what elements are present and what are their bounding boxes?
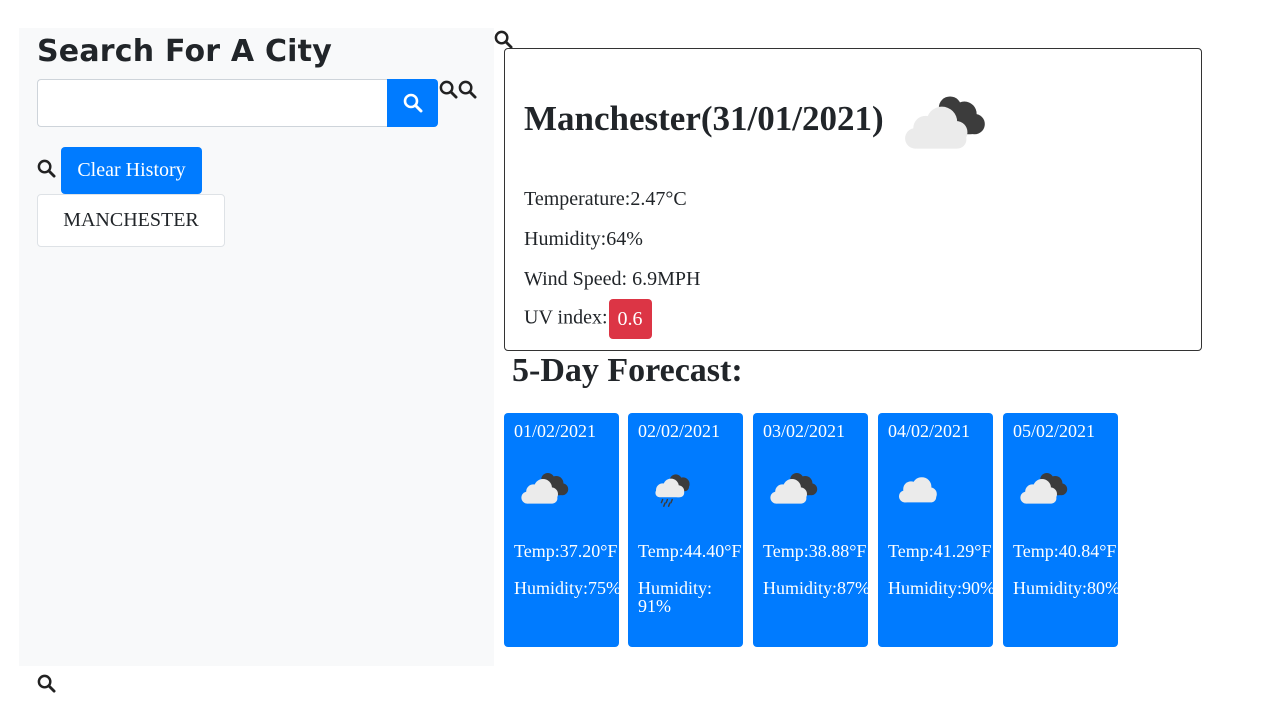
forecast-humidity: Humidity: 91% <box>638 578 713 616</box>
forecast-humidity: Humidity:90% <box>888 578 993 598</box>
forecast-humidity: Humidity:75% <box>514 578 619 598</box>
forecast-temp: Temp:44.40°F <box>638 541 742 561</box>
city-search-input[interactable] <box>37 79 388 127</box>
forecast-card: 05/02/2021 Temp:40.84°F Humidity:80% <box>1003 413 1118 647</box>
search-icon <box>37 159 56 178</box>
cloud-icon <box>519 471 573 505</box>
forecast-title: 5-Day Forecast: <box>512 352 743 389</box>
forecast-date: 03/02/2021 <box>763 421 846 441</box>
uv-index-badge: 0.6 <box>608 299 652 339</box>
forecast-card: 03/02/2021 Temp:38.88°F Humidity:87% <box>753 413 868 647</box>
forecast-temp: Temp:40.84°F <box>1013 541 1117 561</box>
forecast-card: 02/02/2021 Temp:44.40°F Humidity: 91% <box>628 413 743 647</box>
search-button[interactable] <box>387 79 438 127</box>
clear-history-button[interactable]: Clear History <box>61 147 202 194</box>
sidebar-title: Search For A City <box>37 34 332 69</box>
humidity-text: Humidity:64% <box>524 228 643 250</box>
light-cloud-icon <box>893 471 947 505</box>
forecast-date: 02/02/2021 <box>638 421 721 441</box>
forecast-date: 05/02/2021 <box>1013 421 1096 441</box>
forecast-temp: Temp:41.29°F <box>888 541 992 561</box>
city-title: Manchester(31/01/2021) <box>524 99 884 138</box>
cloud-icon <box>901 93 993 151</box>
forecast-card: 04/02/2021 Temp:41.29°F Humidity:90% <box>878 413 993 647</box>
forecast-humidity: Humidity:80% <box>1013 578 1118 598</box>
wind-speed-text: Wind Speed: 6.9MPH <box>524 268 701 290</box>
temperature-text: Temperature:2.47°C <box>524 188 687 210</box>
forecast-temp: Temp:38.88°F <box>763 541 867 561</box>
cloud-icon <box>1018 471 1072 505</box>
sidebar: Search For A City Clear History MANCHEST… <box>19 28 494 666</box>
search-icon <box>439 80 458 99</box>
current-weather-card: Manchester(31/01/2021) Temperature:2.47°… <box>504 48 1202 351</box>
forecast-temp: Temp:37.20°F <box>514 541 618 561</box>
search-icon <box>494 30 513 49</box>
uv-index-row: UV index: 0.6 <box>524 299 652 339</box>
uv-index-label: UV index: <box>524 306 608 329</box>
stray-icons <box>439 80 477 99</box>
search-icon <box>403 93 423 113</box>
history-item-manchester[interactable]: MANCHESTER <box>37 194 225 247</box>
forecast-card: 01/02/2021 Temp:37.20°F Humidity:75% <box>504 413 619 647</box>
forecast-humidity: Humidity:87% <box>763 578 868 598</box>
forecast-date: 01/02/2021 <box>514 421 597 441</box>
forecast-date: 04/02/2021 <box>888 421 971 441</box>
rain-cloud-icon <box>647 473 701 507</box>
cloud-icon <box>768 471 822 505</box>
search-icon <box>458 80 477 99</box>
search-icon <box>37 674 56 693</box>
